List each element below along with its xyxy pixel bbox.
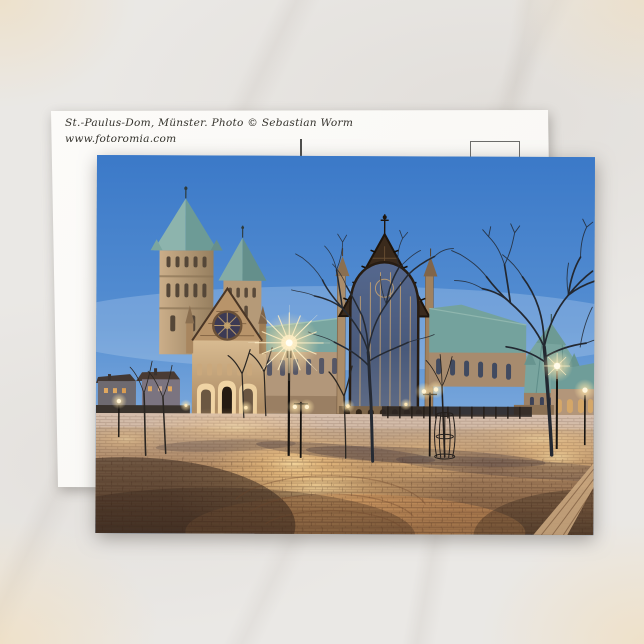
postcard-front: [95, 155, 595, 536]
marble-background: St.-Paulus-Dom, Münster. Photo © Sebasti…: [0, 0, 644, 644]
houses-left: [95, 368, 190, 416]
postcard-front-shadow: [0, 0, 644, 644]
cathedral-photo: [95, 155, 595, 536]
